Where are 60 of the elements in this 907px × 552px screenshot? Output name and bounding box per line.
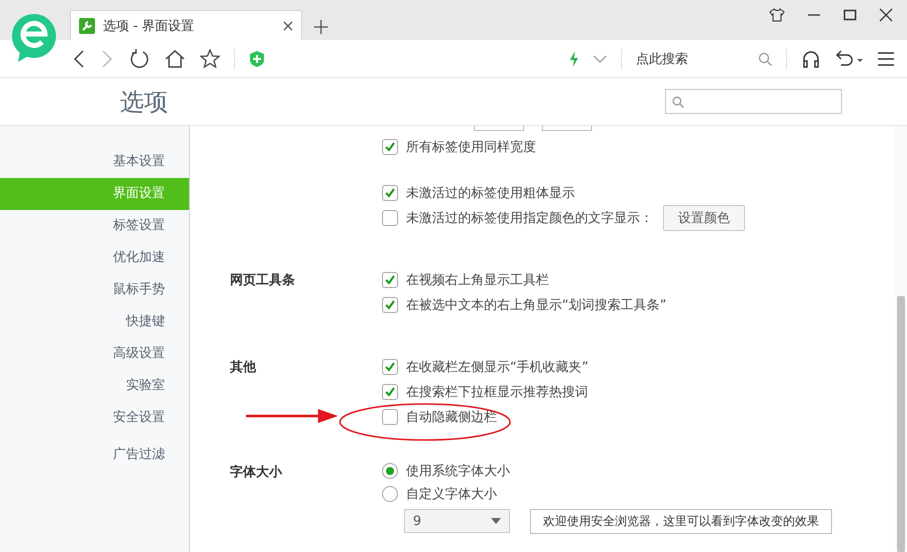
- star-icon[interactable]: [200, 48, 220, 68]
- wrench-icon: [79, 18, 95, 34]
- home-icon[interactable]: [164, 48, 186, 68]
- sidebar-item[interactable]: 广告过滤: [0, 439, 189, 471]
- radio-button[interactable]: [382, 462, 398, 478]
- checkbox[interactable]: [382, 272, 398, 288]
- section-label: 网页工具条: [230, 273, 295, 288]
- maximize-icon[interactable]: [843, 8, 857, 22]
- option-label: 在被选中文本的右上角显示“划词搜索工具条”: [406, 296, 666, 314]
- checkbox[interactable]: [382, 384, 398, 400]
- option-label: 使用系统字体大小: [406, 462, 510, 480]
- font-size-select[interactable]: 9: [404, 509, 510, 533]
- chevron-down-icon[interactable]: [593, 54, 607, 64]
- radio-button[interactable]: [382, 486, 398, 502]
- shield-icon[interactable]: [249, 50, 265, 68]
- browser-logo-icon: [10, 12, 58, 64]
- option-label: 未激活过的标签使用指定颜色的文字显示：: [406, 210, 653, 226]
- checkbox[interactable]: [382, 408, 398, 424]
- checkbox[interactable]: [382, 138, 398, 154]
- option-label: 在视频右上角显示工具栏: [406, 272, 549, 288]
- plus-icon[interactable]: [314, 20, 328, 34]
- refresh-icon[interactable]: [128, 48, 150, 70]
- section-label: 字体大小: [230, 465, 282, 480]
- set-color-button[interactable]: 设置颜色: [663, 204, 745, 230]
- close-icon[interactable]: [283, 20, 293, 30]
- search-icon[interactable]: [758, 52, 772, 66]
- checkbox[interactable]: [382, 210, 398, 226]
- back-icon[interactable]: [72, 48, 86, 68]
- font-preview-field: 欢迎使用安全浏览器，这里可以看到字体改变的效果: [530, 509, 832, 534]
- lightning-icon[interactable]: [569, 50, 579, 66]
- sidebar-item[interactable]: 鼠标手势: [0, 274, 189, 306]
- sidebar-item[interactable]: 实验室: [0, 370, 189, 402]
- search-icon: [672, 96, 684, 108]
- checkbox[interactable]: [382, 358, 398, 374]
- option-label: 自定义字体大小: [406, 486, 497, 502]
- undo-icon[interactable]: [835, 50, 863, 68]
- menu-icon[interactable]: [877, 50, 895, 66]
- search-field[interactable]: 点此搜索: [636, 50, 744, 68]
- caret-icon: [491, 518, 501, 524]
- sidebar-item[interactable]: 基本设置: [0, 146, 189, 178]
- option-label: 在搜索栏下拉框显示推荐热搜词: [406, 384, 588, 400]
- checkbox[interactable]: [382, 184, 398, 200]
- search-field[interactable]: [665, 89, 842, 114]
- checkbox[interactable]: [382, 296, 398, 312]
- option-label: 未激活过的标签使用粗体显示: [406, 184, 575, 202]
- section-label: 其他: [230, 360, 256, 375]
- scrollbar-thumb[interactable]: [897, 296, 905, 552]
- close-icon[interactable]: [879, 8, 893, 22]
- sidebar-item[interactable]: 优化加速: [0, 242, 189, 274]
- option-label: 在收藏栏左侧显示“手机收藏夹”: [406, 358, 588, 376]
- sidebar-item[interactable]: 快捷键: [0, 306, 189, 338]
- sidebar-item[interactable]: 高级设置: [0, 338, 189, 370]
- forward-icon[interactable]: [100, 48, 114, 68]
- sidebar-item[interactable]: 标签设置: [0, 210, 189, 242]
- option-label: 自动隐藏侧边栏: [406, 408, 497, 426]
- page-title: 选项: [119, 86, 168, 118]
- headphones-icon[interactable]: [801, 48, 821, 68]
- option-label: 所有标签使用同样宽度: [406, 138, 536, 156]
- sidebar-item[interactable]: 安全设置: [0, 402, 189, 434]
- shirt-icon[interactable]: [769, 8, 785, 22]
